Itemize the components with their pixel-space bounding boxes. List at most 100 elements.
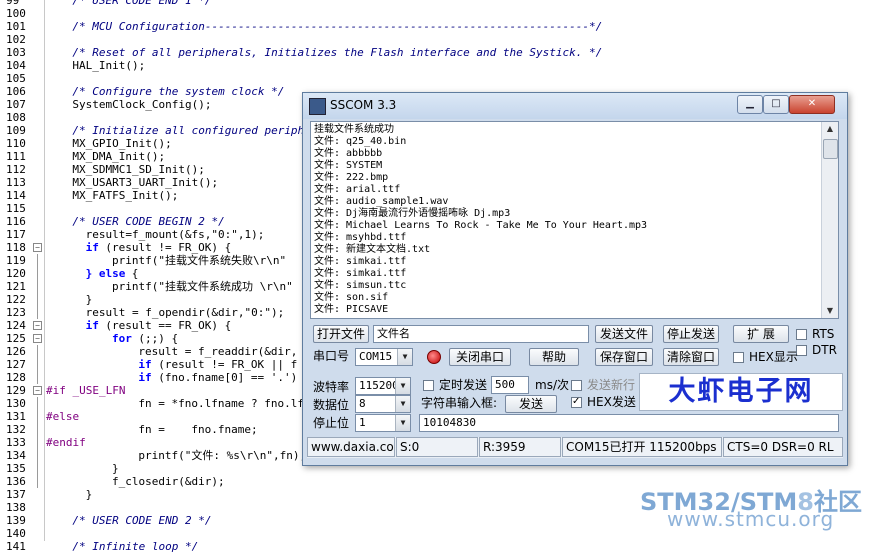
watermark-url: www.stmcu.org bbox=[667, 507, 835, 531]
status-website[interactable]: www.daxia.com bbox=[307, 437, 395, 457]
receive-line: 文件: msyhbd.ttf bbox=[314, 232, 407, 243]
baud-rate-label: 波特率 bbox=[313, 380, 350, 394]
fold-toggle-icon[interactable]: − bbox=[33, 243, 42, 252]
send-button[interactable]: 发送 bbox=[505, 395, 557, 413]
chevron-down-icon[interactable]: ▼ bbox=[397, 349, 412, 365]
stop-bits-select[interactable]: 1 ▼ bbox=[355, 414, 411, 432]
line-number: 113 bbox=[6, 176, 26, 189]
minimize-button[interactable]: ▁ bbox=[737, 95, 763, 114]
line-number: 125 bbox=[6, 332, 26, 345]
timed-send-label: 定时发送 bbox=[439, 378, 488, 392]
receive-line: 文件: 222.bmp bbox=[314, 172, 389, 183]
clear-window-button[interactable]: 清除窗口 bbox=[663, 348, 719, 366]
baud-rate-select[interactable]: 115200 ▼ bbox=[355, 377, 411, 395]
code-text: { bbox=[125, 267, 139, 280]
scroll-down-icon[interactable]: ▼ bbox=[822, 304, 838, 318]
code-text: SystemClock_Config(); bbox=[72, 98, 212, 111]
status-received-count: R:3959 bbox=[479, 437, 561, 457]
fold-guide bbox=[37, 436, 38, 449]
line-number: 134 bbox=[6, 449, 26, 462]
line-number: 116 bbox=[6, 215, 26, 228]
send-newline-label: 发送新行 bbox=[587, 378, 636, 392]
file-name-field[interactable]: 文件名 bbox=[373, 325, 589, 343]
sscom-window[interactable]: SSCOM 3.3 ▁ □ ✕ 挂载文件系统成功 文件: q25_40.bin 文件… bbox=[302, 92, 848, 466]
receive-line: 文件: simkai.ttf bbox=[314, 256, 407, 267]
fold-toggle-icon[interactable]: − bbox=[33, 321, 42, 330]
save-window-button[interactable]: 保存窗口 bbox=[595, 348, 653, 366]
chevron-down-icon[interactable]: ▼ bbox=[395, 378, 410, 394]
code-text: result = f_opendir(&dir,"0:"); bbox=[85, 306, 285, 319]
line-number: 133 bbox=[6, 436, 26, 449]
send-input-field[interactable]: 10104830 bbox=[419, 414, 839, 432]
help-button[interactable]: 帮助 bbox=[529, 348, 579, 366]
code-text: result = f_readdir(&dir, bbox=[138, 345, 298, 358]
status-bar: www.daxia.com S:0 R:3959 COM15已打开 115200… bbox=[307, 437, 843, 458]
code-keyword: for bbox=[112, 332, 132, 345]
fold-guide bbox=[37, 475, 38, 488]
char-input-label: 字符串输入框: bbox=[421, 396, 498, 410]
hex-display-checkbox[interactable] bbox=[733, 352, 744, 363]
fold-guide bbox=[37, 254, 38, 267]
close-port-button[interactable]: 关闭串口 bbox=[449, 348, 511, 366]
interval-field[interactable]: 500 bbox=[491, 376, 529, 394]
code-comment: /* USER CODE BEGIN 2 */ bbox=[72, 215, 225, 228]
code-comment: /* USER CODE END 1 */ bbox=[72, 0, 212, 7]
port-select[interactable]: COM15 ▼ bbox=[355, 348, 413, 366]
hex-display-label: HEX显示 bbox=[749, 350, 798, 364]
line-number: 121 bbox=[6, 280, 26, 293]
fold-guide bbox=[37, 293, 38, 306]
scroll-thumb[interactable] bbox=[823, 139, 838, 159]
code-preprocessor: #if _USE_LFN bbox=[46, 384, 126, 397]
data-bits-label: 数据位 bbox=[313, 398, 350, 412]
scroll-up-icon[interactable]: ▲ bbox=[822, 122, 838, 136]
send-file-button[interactable]: 发送文件 bbox=[595, 325, 653, 343]
code-text: result=f_mount(&fs,"0:",1); bbox=[85, 228, 265, 241]
data-bits-select[interactable]: 8 ▼ bbox=[355, 395, 411, 413]
line-number: 135 bbox=[6, 462, 26, 475]
brand-panel: 大虾电子网 bbox=[639, 373, 843, 411]
code-comment: /* Reset of all peripherals, Initializes… bbox=[72, 46, 603, 59]
receive-line: 文件: simkai.ttf bbox=[314, 268, 407, 279]
chevron-down-icon[interactable]: ▼ bbox=[395, 396, 410, 412]
code-text: HAL_Init(); bbox=[72, 59, 146, 72]
line-number: 132 bbox=[6, 423, 26, 436]
code-comment: /* Infinite loop */ bbox=[72, 540, 199, 553]
close-button[interactable]: ✕ bbox=[789, 95, 835, 114]
window-title: SSCOM 3.3 bbox=[330, 98, 397, 112]
code-keyword: } else bbox=[85, 267, 126, 280]
maximize-button[interactable]: □ bbox=[763, 95, 789, 114]
code-text: f_closedir(&dir); bbox=[112, 475, 225, 488]
line-number: 122 bbox=[6, 293, 26, 306]
rts-label: RTS bbox=[812, 327, 835, 341]
stop-send-button[interactable]: 停止发送 bbox=[663, 325, 719, 343]
line-number: 130 bbox=[6, 397, 26, 410]
open-file-button[interactable]: 打开文件 bbox=[313, 325, 369, 343]
vertical-scrollbar[interactable]: ▲ ▼ bbox=[821, 122, 838, 318]
line-number: 104 bbox=[6, 59, 26, 72]
line-number: 111 bbox=[6, 150, 26, 163]
line-number: 109 bbox=[6, 124, 26, 137]
line-number: 126 bbox=[6, 345, 26, 358]
fold-guide bbox=[37, 462, 38, 475]
send-newline-checkbox[interactable] bbox=[571, 380, 582, 391]
app-icon bbox=[309, 98, 326, 115]
title-bar[interactable]: SSCOM 3.3 ▁ □ ✕ bbox=[303, 93, 847, 119]
receive-text-area[interactable]: 挂载文件系统成功 文件: q25_40.bin 文件: abbbbb 文件: SYST… bbox=[310, 121, 839, 319]
code-text: printf("挂载文件系统失败\r\n" bbox=[112, 254, 287, 267]
baud-rate-value: 115200 bbox=[359, 379, 399, 392]
fold-toggle-icon[interactable]: − bbox=[33, 334, 42, 343]
code-keyword: if bbox=[85, 319, 99, 332]
expand-button[interactable]: 扩 展 bbox=[733, 325, 789, 343]
chevron-down-icon[interactable]: ▼ bbox=[395, 415, 410, 431]
hex-send-checkbox[interactable] bbox=[571, 397, 582, 408]
line-number: 137 bbox=[6, 488, 26, 501]
timed-send-checkbox[interactable] bbox=[423, 380, 434, 391]
line-number: 99 bbox=[6, 0, 20, 7]
port-label: 串口号 bbox=[313, 349, 350, 363]
receive-line: 文件: arial.ttf bbox=[314, 184, 401, 195]
port-value: COM15 bbox=[359, 350, 393, 363]
fold-toggle-icon[interactable]: − bbox=[33, 386, 42, 395]
rts-checkbox[interactable] bbox=[796, 329, 807, 340]
code-text: (result != FR_OK || f bbox=[151, 358, 298, 371]
line-number: 127 bbox=[6, 358, 26, 371]
